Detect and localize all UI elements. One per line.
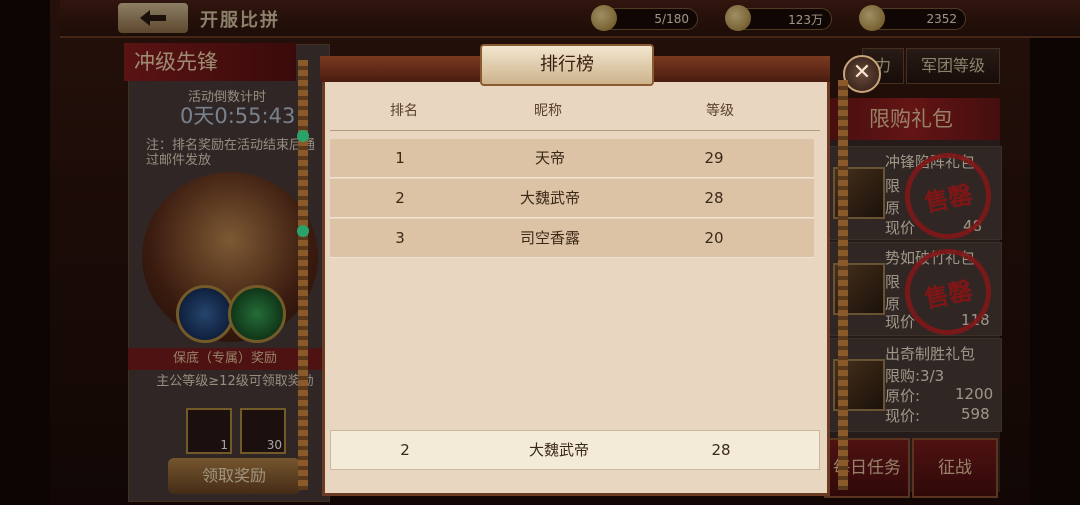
table-row[interactable]: 3 司空香露 20: [330, 219, 814, 258]
rank-cell: 1: [395, 149, 405, 167]
rank-cell: 2: [395, 189, 405, 207]
own-name: 大魏武帝: [528, 441, 589, 459]
rank-cell: 3: [395, 229, 405, 247]
header-level: 等级: [706, 103, 734, 119]
own-level: 28: [711, 441, 731, 459]
rope-bead-icon: [297, 225, 309, 237]
close-button[interactable]: ✕: [843, 55, 881, 93]
name-cell: 大魏武帝: [519, 189, 580, 207]
right-rope: [838, 80, 848, 490]
own-rank-row: 2 大魏武帝 28: [330, 430, 820, 470]
name-cell: 司空香露: [519, 229, 580, 247]
own-rank: 2: [400, 441, 410, 459]
left-rope: [298, 60, 308, 490]
header-name: 昵称: [534, 103, 562, 119]
header-rank: 排名: [390, 103, 418, 119]
table-row[interactable]: 2 大魏武帝 28: [330, 179, 814, 218]
level-cell: 20: [704, 229, 724, 247]
header-divider: [330, 130, 820, 131]
name-cell: 天帝: [534, 149, 565, 167]
rope-bead-icon: [297, 130, 309, 142]
level-cell: 29: [704, 149, 724, 167]
level-cell: 28: [704, 189, 724, 207]
table-row[interactable]: 1 天帝 29: [330, 139, 814, 178]
dialog-title: 排行榜: [480, 44, 654, 86]
